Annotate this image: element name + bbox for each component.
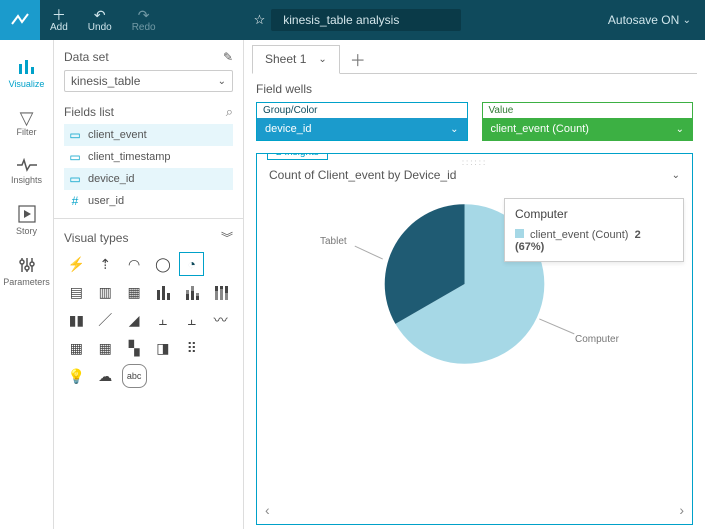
app-logo[interactable] [0,0,40,40]
viz-line[interactable]: ／ [93,308,118,332]
chevron-double-down-icon[interactable]: ︾ [221,229,233,246]
field-item[interactable]: ▭client_event [64,124,233,146]
canvas-area: Sheet 1⌄ ＋ Field wells Group/Color devic… [244,40,705,529]
viz-kpi[interactable]: ⇡ [93,252,118,276]
viz-hbar-stacked[interactable]: ▥ [93,280,118,304]
add-sheet-button[interactable]: ＋ [340,47,376,71]
dataset-header: Data set ✎ [64,46,233,68]
field-item[interactable]: #user_id [64,190,233,212]
viz-map[interactable]: ◨ [151,336,176,360]
viz-vbar-stacked[interactable] [179,280,204,304]
text-type-icon: ▭ [68,150,82,164]
viz-hbar[interactable]: ▤ [64,280,89,304]
viz-hbar-100[interactable]: ▦ [122,280,147,304]
viz-pivot[interactable]: ▦ [64,336,89,360]
viz-vbar-100[interactable] [208,280,233,304]
chevron-down-icon: ⌄ [318,54,326,65]
top-toolbar: ＋Add ↶Undo ↷Redo ☆ Autosave ON ⌄ [0,0,705,40]
pencil-icon[interactable]: ✎ [223,50,233,64]
play-square-icon [18,205,36,226]
sliders-icon [18,256,36,277]
add-button[interactable]: ＋Add [40,0,78,40]
field-item[interactable]: ▭client_timestamp [64,146,233,168]
redo-button[interactable]: ↷Redo [122,0,166,40]
viz-donut[interactable]: ◯ [151,252,176,276]
field-item[interactable]: ▭device_id [64,168,233,190]
text-type-icon: ▭ [68,128,82,142]
sheet-tabs: Sheet 1⌄ ＋ [252,44,697,74]
drag-handle-icon[interactable]: :::::: [462,158,487,167]
chevron-down-icon: ⌄ [683,15,691,26]
field-wells-label: Field wells [252,74,697,102]
viz-gauge[interactable]: ◠ [122,252,147,276]
left-nav: Visualize ▽Filter Insights Story Paramet… [0,40,54,529]
text-type-icon: ▭ [68,172,82,186]
viz-insight[interactable]: 💡 [64,364,89,388]
chevron-right-icon[interactable]: › [679,502,684,518]
nav-insights[interactable]: Insights [0,147,53,195]
viz-wordcloud[interactable]: ☁ [93,364,118,388]
autosave-toggle[interactable]: Autosave ON ⌄ [594,0,705,40]
viz-pie[interactable]: ◔ [179,252,204,276]
nav-parameters[interactable]: Parameters [0,246,53,297]
chevron-down-icon[interactable]: ⌄ [672,170,680,181]
viz-text[interactable]: abc [122,364,147,388]
insights-badge[interactable]: 2 Insights [267,153,328,160]
viz-heatmap[interactable]: ▦ [93,336,118,360]
nav-filter[interactable]: ▽Filter [0,99,53,147]
slice-label-tablet: Tablet [320,236,347,247]
tooltip-title: Computer [515,207,673,221]
chevron-left-icon[interactable]: ‹ [265,502,270,518]
visual-types-header: Visual types ︾ [64,225,233,250]
well-value-body[interactable]: client_event (Count)⌄ [483,118,693,140]
viz-scatter[interactable]: ⠿ [179,336,204,360]
dataset-select[interactable]: kinesis_table⌄ [64,70,233,92]
fields-header: Fields list ⌕ [64,100,233,124]
analysis-title-area: ☆ [246,0,470,40]
chevron-down-icon: ⌄ [676,124,684,135]
pulse-icon [17,157,37,175]
sheet-tab[interactable]: Sheet 1⌄ [252,45,340,74]
tooltip-row: client_event (Count) 2 (67%) [515,229,673,253]
well-label: Group/Color [257,103,467,118]
slice-label-computer: Computer [575,334,619,345]
viz-clustered-bar[interactable]: ▮▮ [64,308,89,332]
viz-auto[interactable]: ⚡ [64,252,89,276]
visual-container[interactable]: 2 Insights :::::: Count of Client_event … [256,153,693,525]
well-value: Value client_event (Count)⌄ [482,102,694,141]
funnel-icon: ▽ [20,109,34,127]
bar-chart-icon [17,56,37,79]
search-icon[interactable]: ⌕ [226,104,233,120]
viz-area[interactable]: ◢ [122,308,147,332]
chevron-down-icon: ⌄ [218,76,226,87]
number-type-icon: # [68,194,82,208]
chart-tooltip: Computer client_event (Count) 2 (67%) [504,198,684,262]
viz-combo[interactable]: ⫠ [151,308,176,332]
well-group-color: Group/Color device_id⌄ [256,102,468,141]
field-wells: Group/Color device_id⌄ Value client_even… [252,102,697,141]
visual-title: Count of Client_event by Device_id [269,168,456,182]
chevron-down-icon: ⌄ [450,124,458,135]
color-swatch-icon [515,229,524,238]
nav-story[interactable]: Story [0,195,53,246]
viz-combo-stacked[interactable]: ⫠ [179,308,204,332]
viz-line-multi[interactable]: 〰 [208,308,233,332]
viz-treemap[interactable]: ▚ [122,336,147,360]
analysis-name-input[interactable] [271,9,461,31]
well-value[interactable]: device_id⌄ [257,118,467,140]
well-label: Value [483,103,693,118]
nav-visualize[interactable]: Visualize [0,46,53,99]
fields-list: ▭client_event ▭client_timestamp ▭device_… [64,124,233,212]
viz-vbar[interactable] [151,280,176,304]
fields-panel: Data set ✎ kinesis_table⌄ Fields list ⌕ … [54,40,244,529]
undo-button[interactable]: ↶Undo [78,0,122,40]
visual-types-grid: ⚡ ⇡ ◠ ◯ ◔ ▤ ▥ ▦ ▮▮ ／ ◢ ⫠ ⫠ 〰 ▦ ▦ ▚ ◨ ⠿ 💡 [64,250,233,390]
star-icon[interactable]: ☆ [254,12,266,28]
